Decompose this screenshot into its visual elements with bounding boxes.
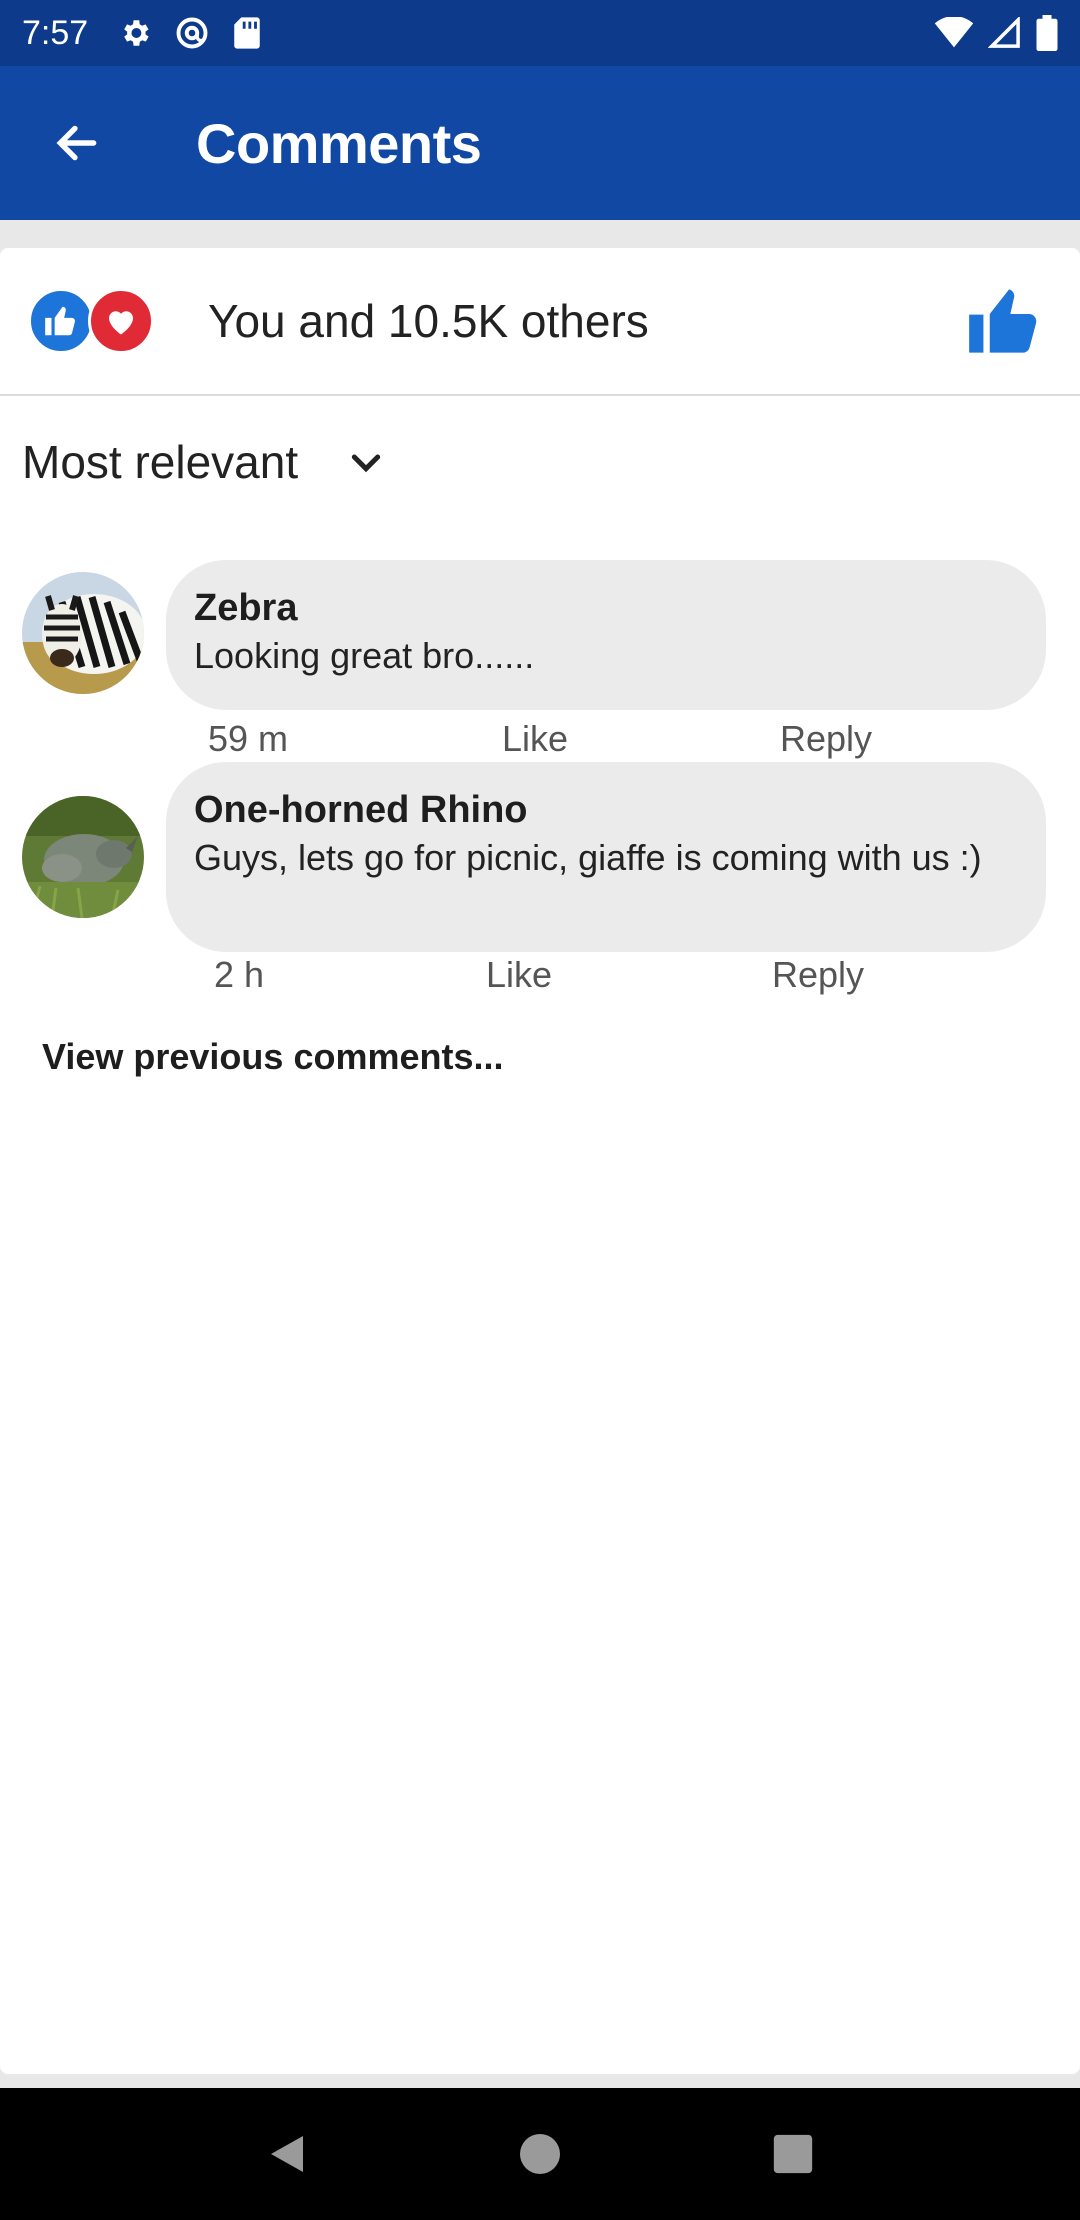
like-button[interactable] — [964, 281, 1044, 361]
chevron-down-icon — [346, 442, 386, 482]
comments-card: You and 10.5K others Most relevant Zebra… — [0, 248, 1080, 2074]
status-time: 7:57 — [22, 13, 89, 52]
comment-like-button[interactable]: Like — [502, 718, 568, 760]
recents-square-icon — [774, 2134, 813, 2174]
arrow-left-icon — [56, 125, 97, 161]
at-sign-icon — [174, 15, 210, 51]
wifi-icon — [934, 17, 974, 49]
status-icons-left — [118, 15, 262, 51]
back-triangle-icon — [270, 2136, 303, 2172]
nav-home-button[interactable] — [495, 2109, 585, 2199]
comment-reply-button[interactable]: Reply — [772, 954, 864, 996]
like-icon — [28, 288, 94, 354]
reaction-summary-text: You and 10.5K others — [208, 295, 649, 347]
comment-like-button[interactable]: Like — [486, 954, 552, 996]
sd-card-icon — [232, 16, 262, 50]
comment-time: 2 h — [214, 954, 265, 995]
nav-back-button[interactable] — [242, 2109, 332, 2199]
comment-time: 59 m — [208, 718, 289, 759]
comment-author[interactable]: Zebra — [194, 586, 1018, 630]
comment-text: Looking great bro...... — [194, 635, 535, 676]
thumbs-up-icon — [969, 289, 1037, 353]
reaction-icons — [28, 286, 158, 356]
comment-author[interactable]: One-horned Rhino — [194, 788, 1018, 832]
reaction-summary-row[interactable]: You and 10.5K others — [0, 248, 1080, 396]
page-title: Comments — [196, 111, 482, 175]
heart-icon — [88, 288, 154, 354]
comment-reply-button[interactable]: Reply — [780, 718, 872, 760]
signal-icon — [988, 17, 1022, 49]
avatar-zebra[interactable] — [22, 572, 144, 694]
comment-bubble[interactable]: One-horned Rhino Guys, lets go for picni… — [166, 762, 1046, 952]
comment-item: Zebra Looking great bro...... 59 m Like … — [22, 560, 1046, 780]
sort-dropdown[interactable]: Most relevant — [22, 430, 386, 494]
nav-recents-button[interactable] — [748, 2109, 838, 2199]
comment-bubble[interactable]: Zebra Looking great bro...... — [166, 560, 1046, 710]
back-button[interactable] — [40, 106, 114, 180]
app-bar: Comments — [0, 66, 1080, 220]
home-circle-icon — [519, 2134, 560, 2174]
system-nav-bar — [0, 2088, 1080, 2220]
sort-label: Most relevant — [22, 436, 299, 488]
comment-item: One-horned Rhino Guys, lets go for picni… — [22, 762, 1046, 1012]
settings-icon — [118, 16, 152, 50]
avatar-rhino[interactable] — [22, 796, 144, 918]
status-icons-right — [934, 15, 1058, 51]
comment-text: Guys, lets go for picnic, giaffe is comi… — [194, 837, 982, 878]
status-bar: 7:57 — [0, 0, 1080, 66]
view-previous-comments-link[interactable]: View previous comments... — [42, 1036, 504, 1078]
battery-icon — [1036, 15, 1058, 51]
